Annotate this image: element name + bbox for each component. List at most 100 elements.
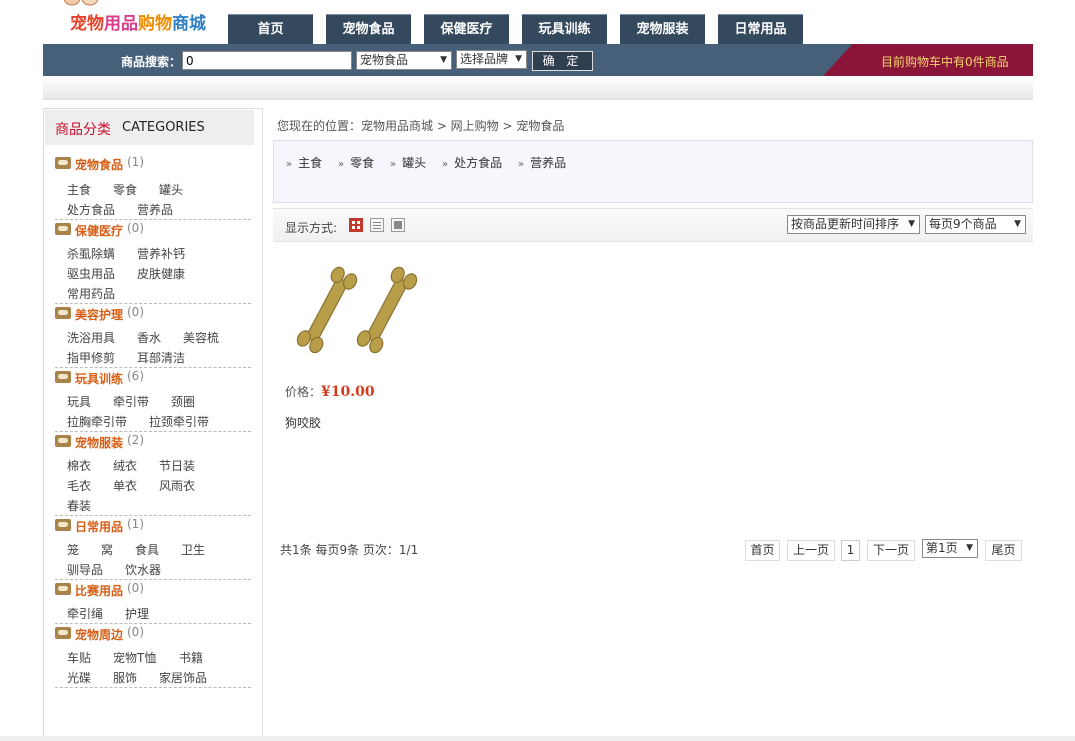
product-card[interactable]: 价格：¥10.00 狗咬胶 — [283, 258, 423, 438]
bone-icon — [55, 157, 71, 169]
subcategory-link[interactable]: 颈圈 — [171, 393, 195, 410]
nav-tab-pet-food[interactable]: 宠物食品 — [326, 14, 411, 44]
subcategory-link[interactable]: 光碟 — [67, 669, 91, 686]
subcategory-link[interactable]: 常用药品 — [67, 285, 115, 302]
page-jump-select[interactable]: 第1页 ▼ — [922, 539, 978, 558]
subcategory-link[interactable]: 毛衣 — [67, 477, 91, 494]
current-page-button[interactable]: 1 — [841, 540, 860, 561]
subcategory-link[interactable]: 香水 — [137, 329, 161, 346]
search-input[interactable] — [182, 51, 352, 70]
subcategory-link[interactable]: 处方食品 — [67, 201, 115, 218]
subcategory-link[interactable]: 车贴 — [67, 649, 91, 666]
double-chevron-icon: » — [286, 159, 293, 170]
category-name: 保健医疗 — [75, 224, 124, 238]
subcategory-link[interactable]: 卫生 — [181, 541, 205, 558]
first-page-button[interactable]: 首页 — [745, 540, 780, 561]
cart-status[interactable]: 目前购物车中有0件商品 — [823, 44, 1033, 76]
category-name: 玩具训练 — [75, 372, 124, 386]
subcategory-link[interactable]: 零食 — [113, 181, 137, 198]
category-count: (0) — [127, 625, 144, 639]
category-group: 宠物服装 (2) 棉衣 绒衣 节日装 毛衣 单衣 风雨衣 春装 — [55, 432, 251, 516]
subcategory-link[interactable]: 食具 — [135, 541, 159, 558]
sort-select[interactable]: 按商品更新时间排序 ▼ — [787, 215, 920, 234]
category-name: 宠物服装 — [75, 436, 124, 450]
sidebar-title-cn: 商品分类 — [55, 122, 111, 138]
product-name[interactable]: 狗咬胶 — [285, 414, 321, 431]
subcategory-link[interactable]: 护理 — [125, 605, 149, 622]
subcategory-link[interactable]: 节日装 — [159, 457, 195, 474]
subcategory-link[interactable]: 服饰 — [113, 669, 137, 686]
chevron-down-icon: ▼ — [1014, 219, 1021, 229]
subcategory-link[interactable]: 指甲修剪 — [67, 349, 115, 366]
subcategory-link[interactable]: 营养补钙 — [137, 245, 185, 262]
category-sidebar: 商品分类 CATEGORIES 宠物食品 (1) 主食 零食 罐头 处方食品 营… — [43, 108, 263, 741]
category-count: (0) — [127, 305, 144, 319]
nav-tab-toys-training[interactable]: 玩具训练 — [522, 14, 607, 44]
subcategory-link[interactable]: 主食 — [67, 181, 91, 198]
price-value: ¥10.00 — [321, 384, 375, 400]
main-content: 您现在的位置：宠物用品商城 > 网上购物 > 宠物食品 » 主食 » 零食 » 罐头 … — [263, 108, 1075, 741]
subcategory-link[interactable]: 家居饰品 — [159, 669, 207, 686]
last-page-button[interactable]: 尾页 — [985, 540, 1022, 561]
subcategory-link[interactable]: 窝 — [101, 541, 113, 558]
subcategory-link[interactable]: 营养品 — [137, 201, 173, 218]
subcategory-link[interactable]: 耳部清洁 — [137, 349, 185, 366]
grid-view-icon[interactable] — [349, 218, 363, 232]
subcategory-link[interactable]: 饮水器 — [125, 561, 161, 578]
prev-page-button[interactable]: 上一页 — [787, 540, 835, 561]
subcategory-link[interactable]: 宠物T恤 — [113, 649, 156, 666]
nav-tab-home[interactable]: 首页 — [228, 14, 313, 44]
search-submit-button[interactable]: 确 定 — [532, 51, 593, 71]
bone-icon — [55, 435, 71, 447]
subcategory-link[interactable]: 绒衣 — [113, 457, 137, 474]
subcategory-link[interactable]: 单衣 — [113, 477, 137, 494]
nav-tab-health-care[interactable]: 保健医疗 — [424, 14, 509, 44]
subcategory-link[interactable]: 驯导品 — [67, 561, 103, 578]
nav-tab-daily-supplies[interactable]: 日常用品 — [718, 14, 803, 44]
subcategory-link[interactable]: 杀虱除螨 — [67, 245, 115, 262]
product-image[interactable] — [293, 258, 423, 368]
subcategory-link[interactable]: 牵引绳 — [67, 605, 103, 622]
subcategory-link[interactable]: 美容梳 — [183, 329, 219, 346]
category-group: 保健医疗 (0) 杀虱除螨 营养补钙 驱虫用品 皮肤健康 常用药品 — [55, 220, 251, 304]
subcategory-filter-link[interactable]: » 零食 — [338, 154, 374, 171]
subcategory-link[interactable]: 皮肤健康 — [137, 265, 185, 282]
subcategory-link[interactable]: 拉胸牵引带 — [67, 413, 127, 430]
category-group: 比赛用品 (0) 牵引绳 护理 — [55, 580, 251, 624]
subcategory-filter-link[interactable]: » 处方食品 — [442, 154, 502, 171]
subcategory-link[interactable]: 春装 — [67, 497, 91, 514]
subcategory-filter-link[interactable]: » 主食 — [286, 154, 322, 171]
large-view-icon[interactable] — [391, 218, 405, 232]
category-name: 宠物周边 — [75, 628, 124, 642]
subcategory-link[interactable]: 风雨衣 — [159, 477, 195, 494]
header-divider-strip — [43, 76, 1033, 100]
subcategory-link[interactable]: 笼 — [67, 541, 79, 558]
subcategory-link[interactable]: 棉衣 — [67, 457, 91, 474]
subcategory-link[interactable]: 驱虫用品 — [67, 265, 115, 282]
brand-select[interactable]: 选择品牌 ▼ — [456, 50, 527, 69]
list-view-icon[interactable] — [370, 218, 384, 232]
sidebar-header: 商品分类 CATEGORIES — [45, 110, 254, 145]
page-jump-select-value: 第1页 — [926, 541, 958, 555]
subcategory-filter-link[interactable]: » 罐头 — [390, 154, 426, 171]
subcategory-filter-link[interactable]: » 营养品 — [518, 154, 566, 171]
search-label: 商品搜索： — [121, 55, 182, 69]
subcategory-link[interactable]: 拉颈牵引带 — [149, 413, 209, 430]
bone-icon — [55, 583, 71, 595]
category-name: 宠物食品 — [75, 158, 124, 172]
category-select[interactable]: 宠物食品 ▼ — [356, 51, 452, 70]
subcategory-link[interactable]: 牵引带 — [113, 393, 149, 410]
site-logo[interactable]: 宠物用品购物商城 — [58, 0, 228, 42]
bone-icon — [55, 627, 71, 639]
subcategory-link[interactable]: 罐头 — [159, 181, 183, 198]
subcategory-filter-label: 主食 — [298, 156, 323, 170]
nav-tab-pet-clothing[interactable]: 宠物服装 — [620, 14, 705, 44]
per-page-select[interactable]: 每页9个商品 ▼ — [925, 215, 1026, 234]
sidebar-title-en: CATEGORIES — [122, 120, 205, 135]
subcategory-link[interactable]: 书籍 — [179, 649, 203, 666]
display-mode-label: 显示方式: — [285, 221, 338, 235]
subcategory-link[interactable]: 洗浴用具 — [67, 329, 115, 346]
double-chevron-icon: » — [518, 159, 525, 170]
next-page-button[interactable]: 下一页 — [867, 540, 915, 561]
subcategory-link[interactable]: 玩具 — [67, 393, 91, 410]
